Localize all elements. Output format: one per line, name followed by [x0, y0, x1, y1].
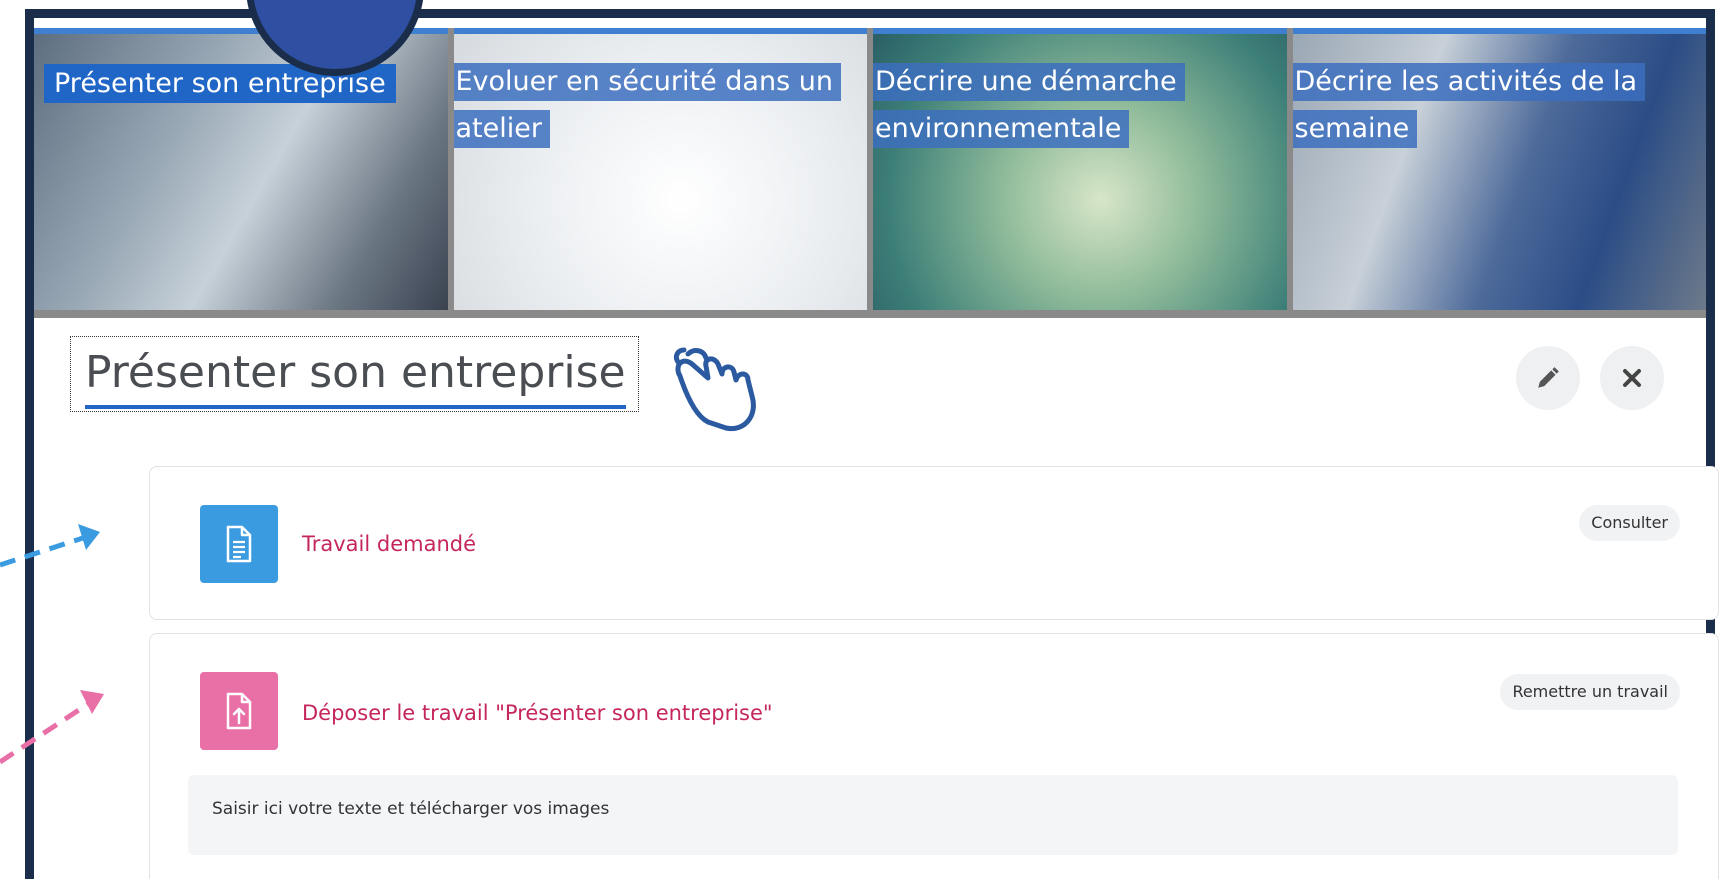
upload-file-icon	[226, 692, 252, 730]
completion-button-remettre[interactable]: Remettre un travail	[1500, 674, 1680, 710]
edit-button[interactable]	[1516, 346, 1580, 410]
tile-label: Evoluer en sécurité dans un atelier	[453, 63, 841, 148]
tile-activites-semaine[interactable]: Décrire les activités de la semaine	[1292, 28, 1706, 310]
section-header: Présenter son entreprise	[70, 336, 1700, 432]
tile-presenter-entreprise[interactable]: Présenter son entreprise	[34, 28, 448, 310]
section-title-box: Présenter son entreprise	[70, 336, 639, 412]
completion-button-consulter[interactable]: Consulter	[1579, 505, 1680, 541]
activity-link-travail-demande[interactable]: Travail demandé	[302, 532, 476, 556]
pointing-hand-icon	[673, 347, 756, 432]
course-frame: Présenter son entreprise Evoluer en sécu…	[25, 0, 1719, 879]
activity-icon-box	[200, 672, 278, 750]
activity-link-deposer-travail[interactable]: Déposer le travail "Présenter son entrep…	[302, 701, 773, 725]
file-text-icon	[226, 525, 252, 563]
section-title: Présenter son entreprise	[85, 343, 626, 409]
tile-demarche-environnementale[interactable]: Décrire une démarche environnementale	[873, 28, 1287, 310]
section-tiles: Présenter son entreprise Evoluer en sécu…	[34, 28, 1706, 318]
activity-card: Déposer le travail "Présenter son entrep…	[149, 633, 1719, 879]
activity-description: Saisir ici votre texte et télécharger vo…	[188, 775, 1678, 855]
close-icon	[1623, 369, 1641, 387]
pencil-icon	[1538, 367, 1559, 388]
activity-icon-box	[200, 505, 278, 583]
close-button[interactable]	[1600, 346, 1664, 410]
tile-securite-atelier[interactable]: Evoluer en sécurité dans un atelier	[453, 28, 867, 310]
tile-label: Décrire une démarche environnementale	[873, 63, 1185, 148]
activity-card: Travail demandé Consulter	[149, 466, 1719, 620]
tile-label: Décrire les activités de la semaine	[1292, 63, 1645, 148]
